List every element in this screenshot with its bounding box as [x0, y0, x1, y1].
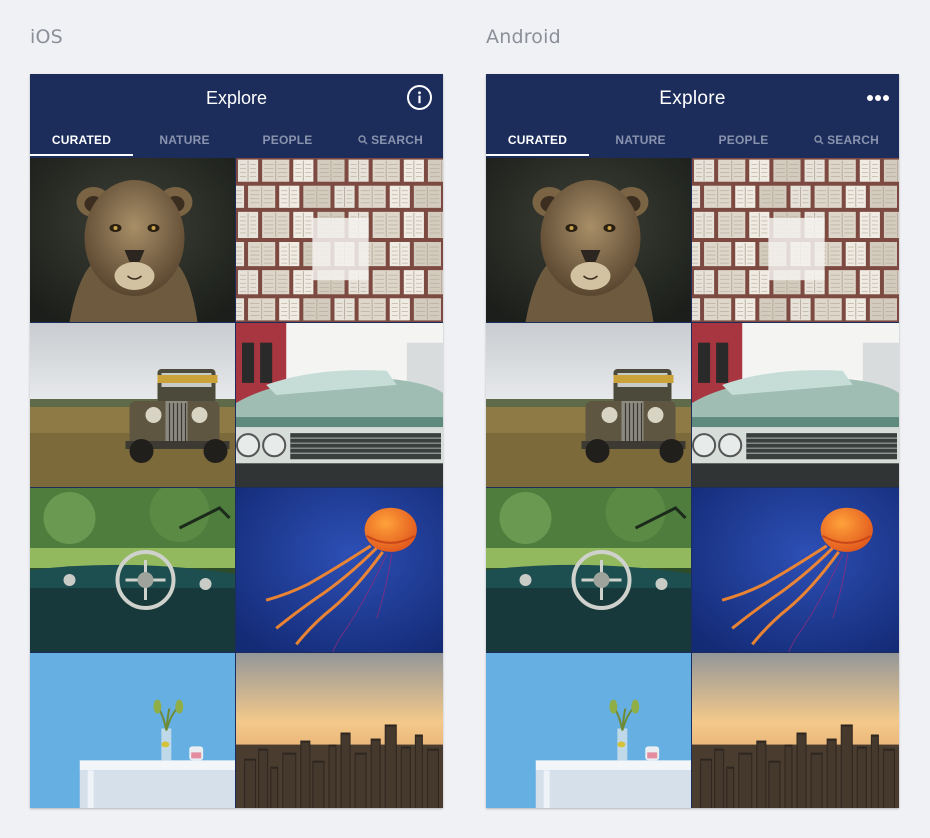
photo-tile[interactable] — [30, 323, 235, 487]
book-pages-photo — [236, 158, 443, 322]
screen-title: Explore — [659, 88, 726, 109]
tab-label: NATURE — [159, 133, 210, 147]
classic-car-photo — [236, 323, 443, 487]
tab-label: CURATED — [51, 133, 112, 147]
photo-tile[interactable] — [692, 488, 899, 652]
ios-label: iOS — [30, 26, 63, 48]
vintage-truck-photo — [30, 323, 235, 487]
tab-curated[interactable]: CURATED — [30, 124, 133, 157]
photo-tile[interactable] — [486, 158, 691, 322]
jellyfish-photo — [692, 488, 899, 652]
tab-people[interactable]: PEOPLE — [692, 124, 795, 157]
city-skyline-photo — [236, 653, 443, 808]
tab-bar: CURATED NATURE PEOPLE SEARCH — [30, 124, 443, 158]
tab-nature[interactable]: NATURE — [589, 124, 692, 157]
app-bar: Explore — [30, 74, 443, 124]
info-button[interactable] — [407, 85, 432, 110]
photo-grid — [30, 158, 443, 808]
search-icon — [814, 135, 824, 145]
photo-tile[interactable] — [236, 323, 443, 487]
photo-tile[interactable] — [486, 323, 691, 487]
lioness-photo — [486, 158, 691, 322]
tab-label: PEOPLE — [718, 133, 769, 147]
photo-tile[interactable] — [30, 488, 235, 652]
plant-table-photo — [486, 653, 691, 808]
search-icon — [358, 135, 368, 145]
android-label: Android — [486, 26, 561, 48]
plant-table-photo — [30, 653, 235, 808]
city-skyline-photo — [692, 653, 899, 808]
active-tab-indicator — [30, 154, 133, 156]
android-phone-screen: Explore CURATED NATURE PEOPLE SEARCH — [486, 74, 899, 808]
jellyfish-photo — [236, 488, 443, 652]
photo-tile[interactable] — [692, 323, 899, 487]
screen-title: Explore — [205, 88, 268, 108]
tab-label: NATURE — [615, 133, 666, 147]
tab-nature[interactable]: NATURE — [133, 124, 236, 157]
tab-label: SEARCH — [371, 133, 423, 147]
photo-tile[interactable] — [30, 653, 235, 808]
tab-label: SEARCH — [827, 133, 879, 147]
tab-curated[interactable]: CURATED — [486, 124, 589, 157]
tab-label: CURATED — [507, 133, 568, 147]
tab-people[interactable]: PEOPLE — [236, 124, 339, 157]
photo-tile[interactable] — [486, 653, 691, 808]
photo-tile[interactable] — [236, 488, 443, 652]
book-pages-photo — [692, 158, 899, 322]
photo-grid — [486, 158, 899, 808]
tab-bar: CURATED NATURE PEOPLE SEARCH — [486, 124, 899, 158]
photo-tile[interactable] — [692, 653, 899, 808]
photo-tile[interactable] — [236, 158, 443, 322]
car-dashboard-photo — [486, 488, 691, 652]
photo-tile[interactable] — [30, 158, 235, 322]
tab-search[interactable]: SEARCH — [339, 124, 442, 157]
photo-tile[interactable] — [486, 488, 691, 652]
more-icon — [867, 95, 889, 101]
info-icon — [418, 91, 421, 104]
app-bar: Explore — [486, 74, 899, 124]
tab-label: PEOPLE — [262, 133, 313, 147]
tab-search[interactable]: SEARCH — [795, 124, 898, 157]
ios-phone-screen: Explore CURATED NATURE PEOPLE SEARCH — [30, 74, 443, 808]
active-tab-indicator — [486, 154, 589, 156]
vintage-truck-photo — [486, 323, 691, 487]
classic-car-photo — [692, 323, 899, 487]
photo-tile[interactable] — [692, 158, 899, 322]
lioness-photo — [30, 158, 235, 322]
more-button[interactable] — [865, 88, 891, 108]
photo-tile[interactable] — [236, 653, 443, 808]
car-dashboard-photo — [30, 488, 235, 652]
